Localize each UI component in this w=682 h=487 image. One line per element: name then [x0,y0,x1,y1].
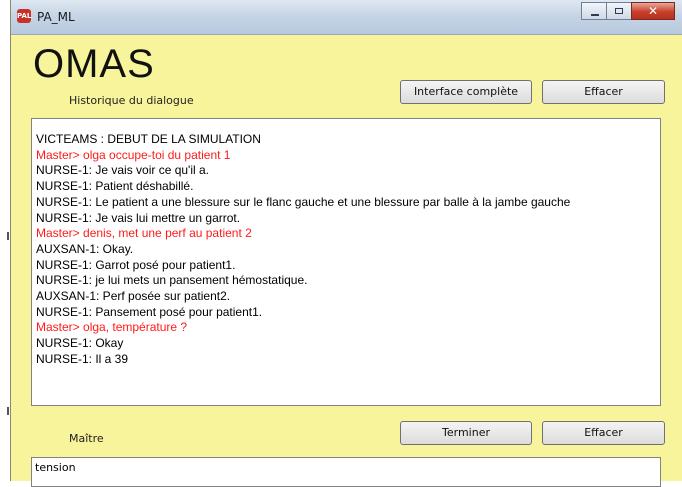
dialogue-line: NURSE-1: Je vais lui mettre un garrot. [36,210,241,225]
dialogue-line: VICTEAMS : DEBUT DE LA SIMULATION [36,132,261,146]
window-controls: ✕ [581,2,675,22]
dialogue-line: NURSE-1: Okay [36,336,124,351]
window-title: PA_ML [37,10,75,24]
full-interface-button[interactable]: Interface complète [400,80,532,104]
dialogue-line: NURSE-1: Garrot posé pour patient1. [36,257,236,272]
dialogue-line: AUXSAN-1: Perf posée sur patient2. [36,289,231,304]
dialogue-log[interactable]: VICTEAMS : DEBUT DE LA SIMULATION Master>… [31,118,661,406]
app-icon: PAL [17,9,31,23]
app-window: PAL PA_ML ✕ OMAS Historique du dialogue … [10,0,682,487]
app-title: OMAS [33,42,155,86]
dialogue-line: NURSE-1: Patient déshabillé. [36,179,194,194]
minimize-button[interactable] [581,2,607,20]
edge-mark [7,407,9,415]
close-button[interactable]: ✕ [631,2,675,20]
dialogue-line: NURSE-1: Pansement posé pour patient1. [36,304,263,319]
edge-mark [7,232,9,240]
terminate-button[interactable]: Terminer [400,421,532,445]
dialogue-line: Master> olga occupe-toi du patient 1 [36,147,231,162]
dialogue-line: Master> olga, température ? [36,320,188,335]
dialogue-line: AUXSAN-1: Okay. [36,241,134,256]
desktop-edge [0,0,10,481]
dialogue-line: NURSE-1: je lui mets un pansement hémost… [36,273,308,288]
master-input[interactable]: tension [31,457,661,487]
dialogue-history-label: Historique du dialogue [69,94,194,107]
dialogue-line: Master> denis, met une perf au patient 2 [36,226,252,241]
clear-dialogue-button[interactable]: Effacer [542,80,665,104]
title-bar[interactable]: PAL PA_ML ✕ [11,0,682,35]
dialogue-line: NURSE-1: Je vais voir ce qu'il a. [36,163,210,178]
dialogue-line: NURSE-1: Le patient a une blessure sur l… [36,194,571,209]
clear-input-button[interactable]: Effacer [542,421,665,445]
dialogue-line: NURSE-1: Il a 39 [36,351,129,366]
master-label: Maître [69,432,104,445]
maximize-button[interactable] [606,2,632,20]
